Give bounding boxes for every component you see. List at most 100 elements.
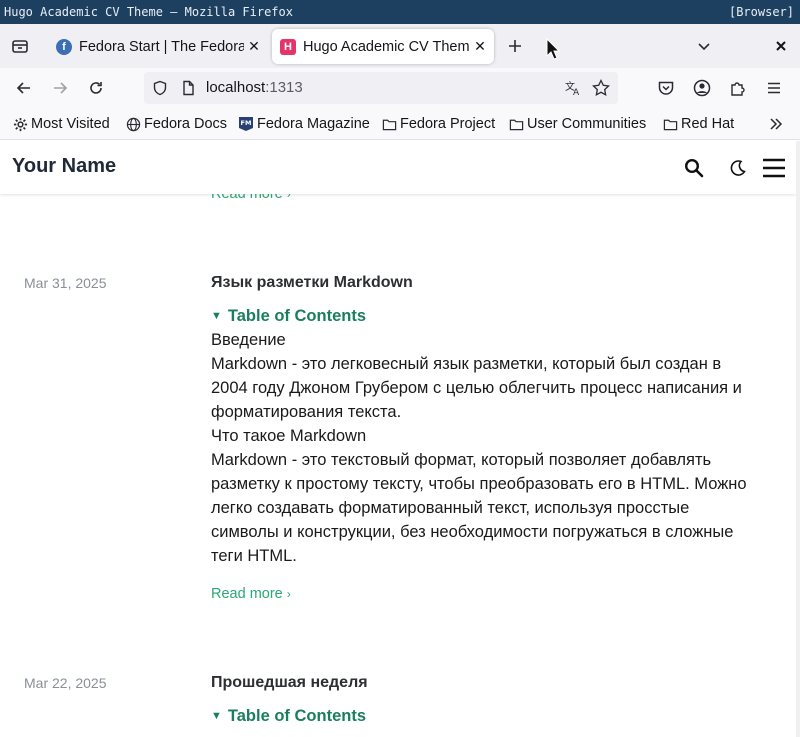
read-more-label: Read more (211, 586, 283, 602)
reload-icon (90, 82, 102, 94)
folder-icon (508, 116, 524, 132)
post-title[interactable]: Язык разметки Markdown (211, 274, 413, 292)
hamburger-icon (763, 158, 785, 178)
list-all-tabs-button[interactable] (692, 34, 716, 58)
url-port: :1313 (265, 79, 303, 96)
pocket-icon (658, 81, 674, 95)
forward-arrow-icon (54, 82, 68, 94)
bookmark-label: Fedora Magazine (257, 116, 370, 132)
chevron-double-right-icon (770, 118, 783, 130)
bookmark-fedora-docs[interactable]: Fedora Docs (125, 114, 227, 134)
bookmarks-overflow-button[interactable] (768, 114, 784, 134)
summary-line: Markdown - это текстовый формат, который… (211, 451, 712, 469)
summary-line: Markdown - это легковесный язык разметки… (211, 355, 722, 373)
folder-icon (381, 116, 397, 132)
navigation-toolbar: localhost:1313 文A (0, 68, 800, 108)
close-icon (776, 41, 786, 51)
post-summary: Введение Markdown - это легковесный язык… (211, 328, 779, 568)
bookmark-star-icon[interactable] (592, 79, 610, 97)
chevron-down-icon (698, 43, 710, 51)
tab-label: Fedora Start | The Fedora (79, 38, 244, 55)
shield-icon[interactable] (152, 80, 168, 96)
site-title[interactable]: Your Name (12, 155, 116, 178)
triangle-down-icon: ▼ (211, 710, 222, 722)
svg-text:A: A (573, 88, 580, 97)
bookmark-fedora-magazine[interactable]: FM Fedora Magazine (238, 114, 370, 134)
back-arrow-icon (16, 82, 30, 94)
tab-strip: f Fedora Start | The Fedora ✕ H Hugo Aca… (0, 24, 800, 68)
window-close-button[interactable] (769, 34, 793, 58)
summary-line: Введение (211, 331, 286, 349)
url-host: localhost (206, 79, 266, 96)
puzzle-icon (731, 82, 745, 96)
post-date: Mar 31, 2025 (24, 275, 107, 291)
svg-text:FM: FM (241, 119, 252, 127)
theme-toggle-button[interactable] (725, 155, 751, 181)
summary-line: разметку к простому тексту, чтобы преобр… (211, 475, 747, 493)
firefox-view-icon (12, 40, 28, 53)
bookmarks-toolbar: Most Visited Fedora Docs FM Fedora Magaz… (0, 108, 800, 140)
globe-icon (125, 116, 141, 132)
reload-button[interactable] (84, 76, 108, 100)
window-title: Hugo Academic CV Theme — Mozilla Firefox (4, 5, 293, 19)
gear-icon (12, 116, 28, 132)
page-scrollbar[interactable] (796, 141, 800, 737)
bookmark-label: Red Hat (681, 116, 735, 132)
bookmark-most-visited[interactable]: Most Visited (12, 114, 110, 134)
fm-icon: FM (238, 116, 254, 132)
hamburger-icon (768, 82, 780, 94)
os-title-bar: Hugo Academic CV Theme — Mozilla Firefox… (0, 0, 800, 24)
summary-line: форматирования текста. (211, 403, 402, 421)
extensions-button[interactable] (726, 76, 750, 100)
close-icon[interactable]: ✕ (244, 38, 264, 55)
firefox-view-button[interactable] (8, 34, 32, 58)
toc-label: Table of Contents (227, 307, 366, 325)
summary-line: легко создавать форматированный текст, и… (211, 499, 690, 517)
close-icon[interactable]: ✕ (470, 38, 490, 55)
bookmark-fedora-project[interactable]: Fedora Project (381, 114, 495, 134)
url-text[interactable]: localhost:1313 (206, 79, 303, 96)
bookmark-label: Fedora Project (400, 116, 496, 132)
read-more-link[interactable]: Read more › (211, 586, 291, 602)
post-date: Mar 22, 2025 (24, 675, 107, 691)
summary-line: символы и конструкции, без необходимости… (211, 523, 734, 541)
pocket-button[interactable] (654, 76, 678, 100)
search-button[interactable] (681, 155, 707, 181)
summary-line: теги HTML. (211, 547, 297, 565)
table-of-contents-toggle[interactable]: ▼ Table of Contents (211, 307, 366, 326)
summary-line: Что такое Markdown (211, 427, 367, 445)
bookmark-label: User Communities (527, 116, 647, 132)
forward-button[interactable] (48, 76, 72, 100)
translate-icon[interactable]: 文A (564, 79, 582, 97)
hugo-icon: H (280, 38, 296, 55)
account-icon (693, 79, 711, 97)
url-bar[interactable]: localhost:1313 文A (144, 72, 618, 104)
folder-icon (662, 116, 678, 132)
search-icon (684, 158, 704, 178)
post-title[interactable]: Прошедшая неделя (211, 674, 368, 692)
tab-label: Hugo Academic CV Theme (303, 38, 470, 55)
new-tab-button[interactable] (503, 34, 527, 58)
bookmark-label: Most Visited (31, 116, 110, 132)
mouse-cursor-icon (546, 38, 560, 60)
tab-hugo-academic[interactable]: H Hugo Academic CV Theme ✕ (272, 29, 494, 64)
toc-label: Table of Contents (227, 707, 366, 725)
app-menu-button[interactable] (762, 76, 786, 100)
bookmark-red-hat[interactable]: Red Hat (662, 114, 734, 134)
plus-icon (509, 40, 521, 52)
table-of-contents-toggle[interactable]: ▼ Table of Contents (211, 707, 366, 726)
site-header: Your Name (0, 141, 796, 194)
fedora-icon: f (56, 38, 72, 55)
tab-fedora-start[interactable]: f Fedora Start | The Fedora ✕ (48, 29, 268, 64)
bookmark-user-communities[interactable]: User Communities (508, 114, 646, 134)
triangle-down-icon: ▼ (211, 310, 222, 322)
page-icon[interactable] (180, 80, 196, 96)
account-button[interactable] (690, 76, 714, 100)
summary-line: 2004 году Джоном Грубером с целью облегч… (211, 379, 742, 397)
back-button[interactable] (12, 76, 36, 100)
moon-icon (730, 160, 746, 176)
bookmark-label: Fedora Docs (144, 116, 228, 132)
browser-indicator: [Browser] (728, 5, 794, 19)
menu-toggle-button[interactable] (761, 155, 787, 181)
chevron-right-icon: › (286, 587, 291, 601)
